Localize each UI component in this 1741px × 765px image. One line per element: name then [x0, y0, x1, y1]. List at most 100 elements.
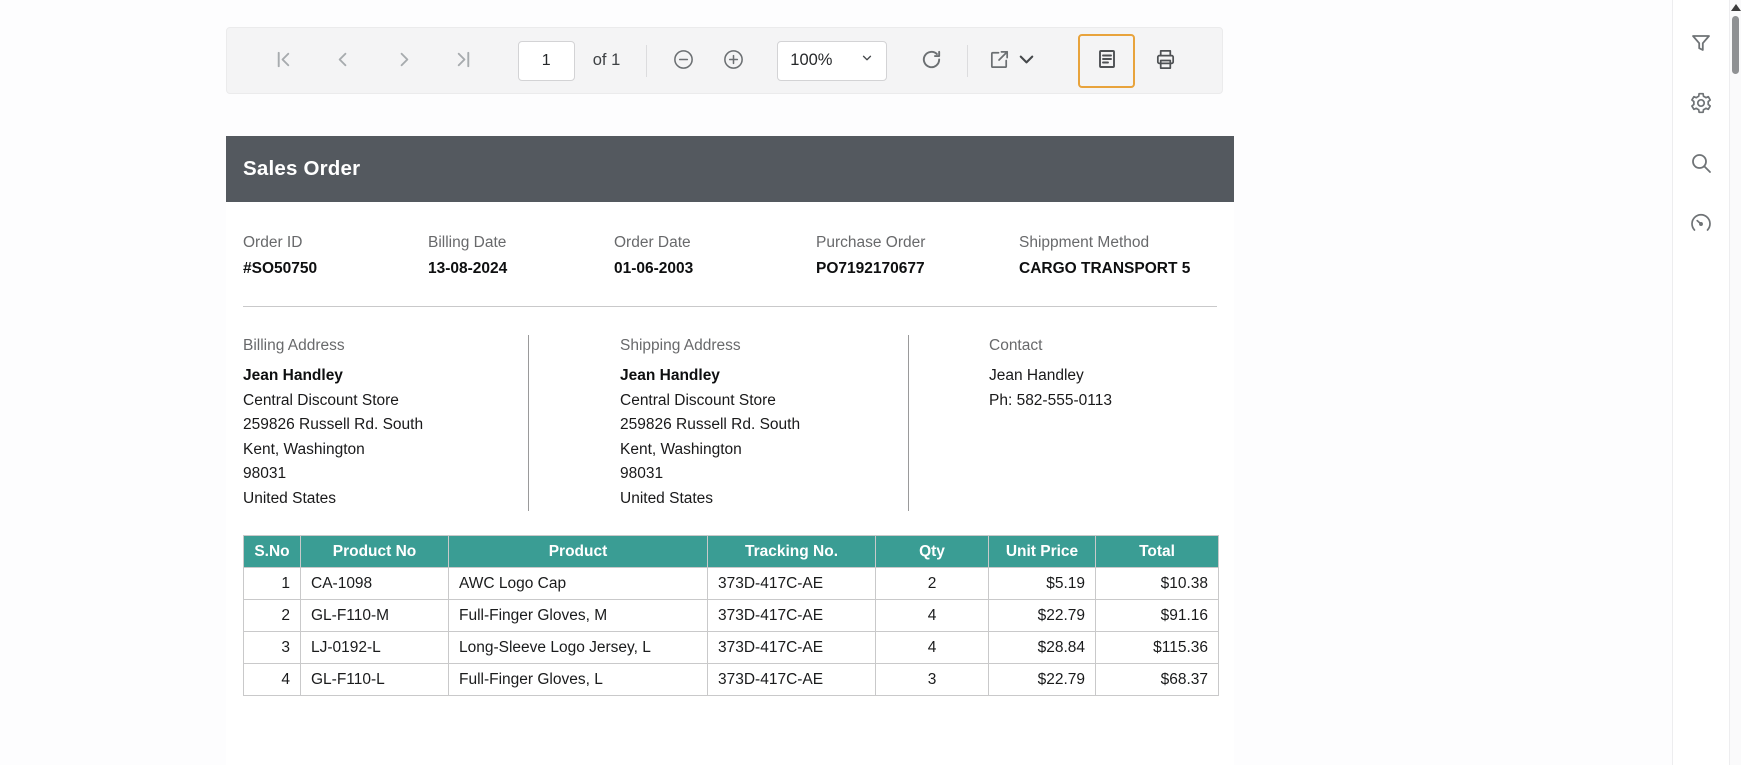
- purchase-order-field: Purchase Order PO7192170677: [816, 234, 1019, 278]
- field-label: Order Date: [614, 234, 691, 251]
- column-header: Tracking No.: [707, 535, 876, 568]
- zoom-value-label: 100%: [790, 51, 833, 69]
- line-items-table: S.No Product No Product Tracking No. Qty…: [243, 535, 1219, 696]
- page-view-icon: [1095, 47, 1119, 74]
- order-id-field: Order ID #SO50750: [243, 234, 428, 278]
- report-page: Sales Order Order ID #SO50750 Billing Da…: [226, 136, 1234, 765]
- cell-sno: 1: [243, 567, 301, 600]
- table-row: 1 CA-1098 AWC Logo Cap 373D-417C-AE 2 $5…: [243, 567, 1219, 600]
- address-line: 259826 Russell Rd. South: [243, 416, 424, 433]
- page-number-input[interactable]: [517, 40, 575, 81]
- address-line: 98031: [243, 465, 287, 482]
- previous-page-button[interactable]: [324, 41, 364, 81]
- print-icon: [1154, 48, 1177, 74]
- next-page-button[interactable]: [384, 41, 424, 81]
- filter-button[interactable]: [1687, 30, 1715, 58]
- address-line: United States: [620, 489, 714, 507]
- order-date-field: Order Date 01-06-2003: [614, 234, 816, 278]
- table-row: 4 GL-F110-L Full-Finger Gloves, L 373D-4…: [243, 663, 1219, 696]
- print-button[interactable]: [1145, 41, 1185, 81]
- billing-address: Billing Address Jean Handley Central Dis…: [243, 335, 528, 511]
- zoom-in-button[interactable]: [713, 41, 753, 81]
- page-count-label: of 1: [592, 51, 621, 69]
- chevron-left-icon: [332, 48, 355, 74]
- toolbar-separator: [646, 44, 648, 77]
- cell-sno: 4: [243, 663, 301, 696]
- cell-product-no: LJ-0192-L: [300, 631, 449, 664]
- cell-sno: 2: [243, 599, 301, 632]
- column-header: S.No: [243, 535, 301, 568]
- address-label: Billing Address: [243, 337, 345, 354]
- contact-line: Ph: 582-555-0113: [989, 391, 1112, 409]
- horizontal-divider: [243, 306, 1217, 307]
- chevron-down-icon: [860, 51, 874, 70]
- cell-unit-price: $28.84: [988, 631, 1096, 664]
- toolbar-separator: [967, 44, 969, 77]
- scroll-up-icon[interactable]: [1731, 4, 1741, 11]
- scrollbar-thumb[interactable]: [1732, 16, 1739, 74]
- export-button[interactable]: [984, 41, 1042, 81]
- first-page-icon: [272, 48, 295, 74]
- address-line: 259826 Russell Rd. South: [620, 416, 801, 433]
- first-page-button[interactable]: [264, 41, 304, 81]
- field-label: Billing Date: [428, 234, 507, 251]
- cell-total: $68.37: [1095, 663, 1219, 696]
- address-line: Central Discount Store: [243, 391, 399, 409]
- settings-button[interactable]: [1687, 90, 1715, 118]
- address-line: 98031: [620, 465, 664, 482]
- column-header: Total: [1095, 535, 1219, 568]
- cell-product-no: CA-1098: [300, 567, 449, 600]
- order-summary: Order ID #SO50750 Billing Date 13-08-202…: [226, 234, 1234, 278]
- cell-qty: 4: [875, 631, 989, 664]
- table-row: 3 LJ-0192-L Long-Sleeve Logo Jersey, L 3…: [243, 631, 1219, 664]
- cell-product: Full-Finger Gloves, L: [448, 663, 708, 696]
- shipping-address: Shipping Address Jean Handley Central Di…: [528, 335, 908, 511]
- vertical-scrollbar[interactable]: [1729, 0, 1741, 765]
- chevron-down-icon: [1015, 48, 1038, 74]
- address-line: Kent, Washington: [243, 440, 365, 458]
- cell-qty: 2: [875, 567, 989, 600]
- search-icon: [1689, 151, 1713, 178]
- last-page-button[interactable]: [444, 41, 484, 81]
- viewer-toolbar: of 1 100%: [226, 27, 1223, 94]
- address-line: Central Discount Store: [620, 391, 776, 409]
- address-label: Shipping Address: [620, 337, 741, 354]
- zoom-select[interactable]: 100%: [777, 40, 888, 81]
- cell-product: Long-Sleeve Logo Jersey, L: [448, 631, 708, 664]
- cell-tracking-no: 373D-417C-AE: [707, 599, 876, 632]
- filter-icon: [1689, 31, 1713, 58]
- contact-label: Contact: [989, 337, 1043, 354]
- zoom-out-button[interactable]: [663, 41, 703, 81]
- address-line: Kent, Washington: [620, 440, 742, 458]
- zoom-out-icon: [672, 48, 695, 74]
- cell-product: AWC Logo Cap: [448, 567, 708, 600]
- page-nav-group: [264, 41, 484, 81]
- field-value: #SO50750: [243, 260, 318, 277]
- cell-unit-price: $22.79: [988, 599, 1096, 632]
- address-line: United States: [243, 489, 337, 507]
- performance-button[interactable]: [1687, 210, 1715, 238]
- cell-sno: 3: [243, 631, 301, 664]
- column-header: Product: [448, 535, 708, 568]
- contact-info: Contact Jean Handley Ph: 582-555-0113: [908, 335, 1217, 511]
- cell-product: Full-Finger Gloves, M: [448, 599, 708, 632]
- field-label: Order ID: [243, 234, 303, 251]
- table-header-row: S.No Product No Product Tracking No. Qty…: [243, 535, 1219, 568]
- right-icon-rail: [1672, 0, 1729, 765]
- page-view-button[interactable]: [1078, 33, 1136, 88]
- addresses-section: Billing Address Jean Handley Central Dis…: [226, 335, 1234, 511]
- column-header: Unit Price: [988, 535, 1096, 568]
- cell-tracking-no: 373D-417C-AE: [707, 631, 876, 664]
- report-viewer: of 1 100%: [0, 0, 1741, 765]
- refresh-button[interactable]: [911, 41, 951, 81]
- search-button[interactable]: [1687, 150, 1715, 178]
- cell-product-no: GL-F110-M: [300, 599, 449, 632]
- table-row: 2 GL-F110-M Full-Finger Gloves, M 373D-4…: [243, 599, 1219, 632]
- address-name: Jean Handley: [620, 367, 720, 384]
- zoom-in-icon: [722, 48, 745, 74]
- contact-line: Jean Handley: [989, 367, 1084, 384]
- report-header-band: Sales Order: [226, 136, 1234, 202]
- gear-icon: [1689, 91, 1713, 118]
- shipment-method-field: Shippment Method CARGO TRANSPORT 5: [1019, 234, 1217, 278]
- page-title: Sales Order: [243, 157, 361, 180]
